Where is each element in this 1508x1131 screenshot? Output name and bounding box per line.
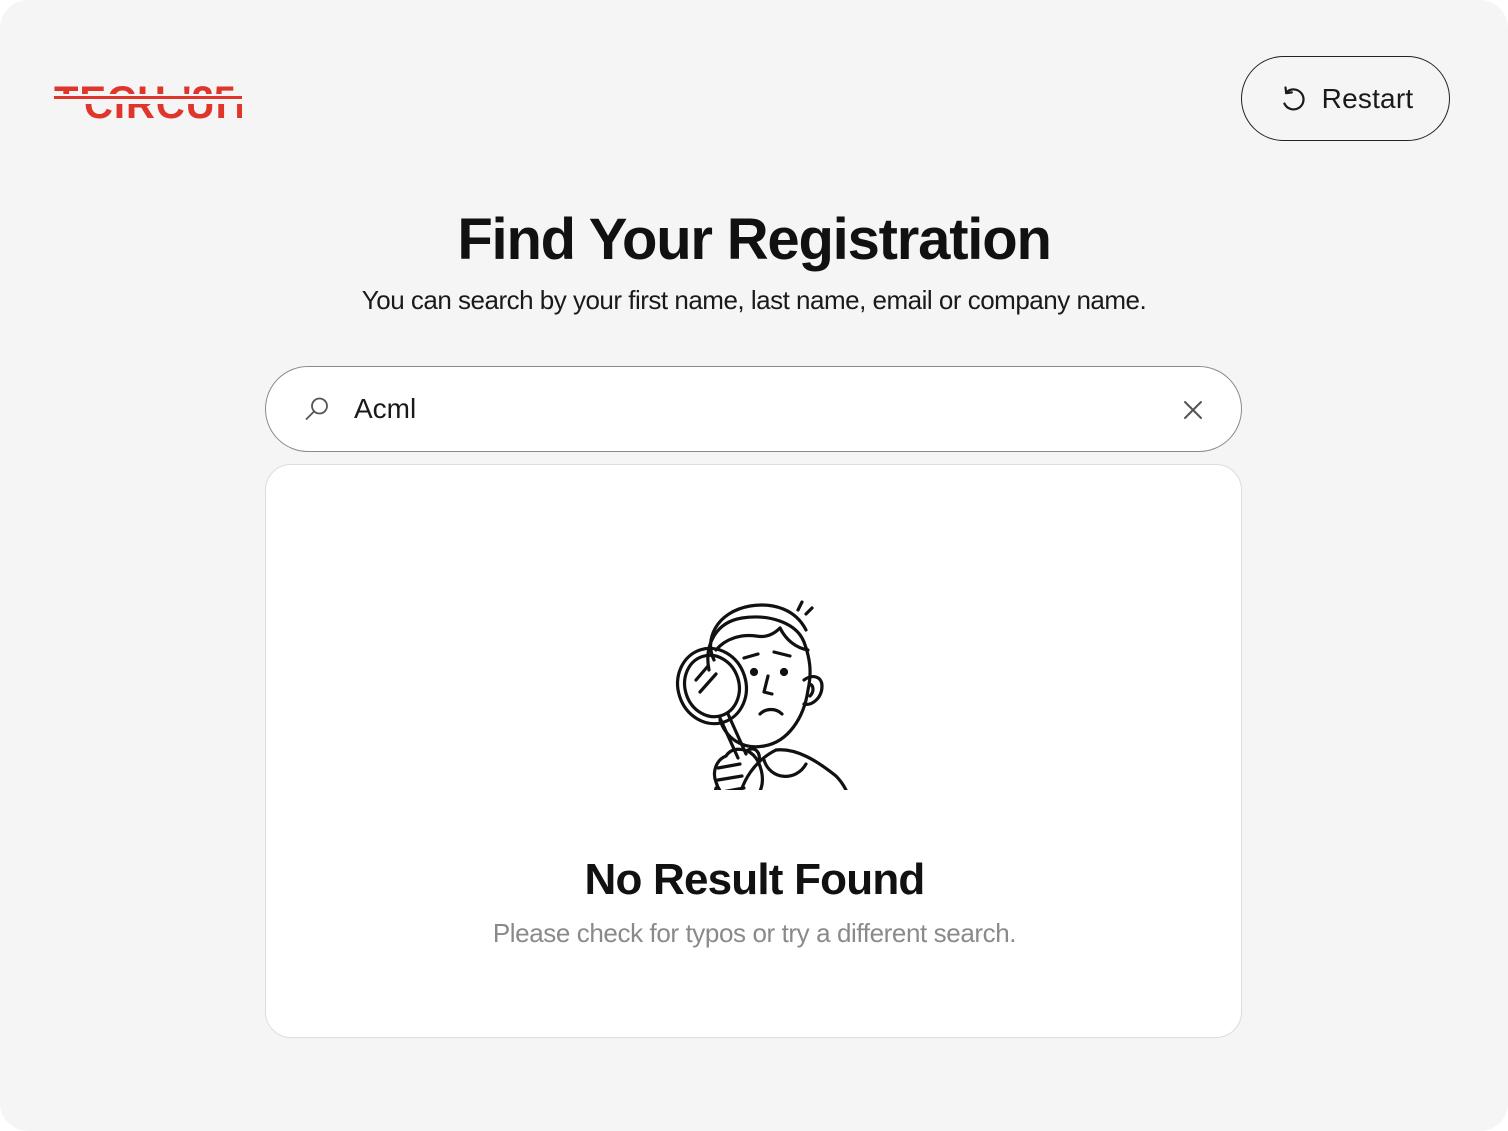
tech-circuit-logo[interactable]: TECH '25 CIRCUIT xyxy=(54,68,242,134)
search-icon xyxy=(305,397,328,420)
restart-label: Restart xyxy=(1321,82,1414,114)
person-with-magnifying-glass-illustration xyxy=(675,600,848,790)
empty-state-text: Please check for typos or try a differen… xyxy=(492,918,1017,948)
search-input[interactable] xyxy=(354,385,1134,433)
empty-state-title: No Result Found xyxy=(584,855,926,904)
app-frame: TECH '25 CIRCUIT Restart Find Your Regis… xyxy=(0,0,1508,1131)
restart-button[interactable]: Restart xyxy=(1241,56,1450,141)
rotate-ccw-icon xyxy=(1282,85,1305,110)
page-subtitle: You can search by your first name, last … xyxy=(361,285,1147,315)
search-box[interactable] xyxy=(265,366,1242,452)
page-title: Find Your Registration xyxy=(457,207,1052,272)
close-icon[interactable] xyxy=(1178,395,1208,425)
results-card: No Result Found Please check for typos o… xyxy=(265,464,1242,1038)
